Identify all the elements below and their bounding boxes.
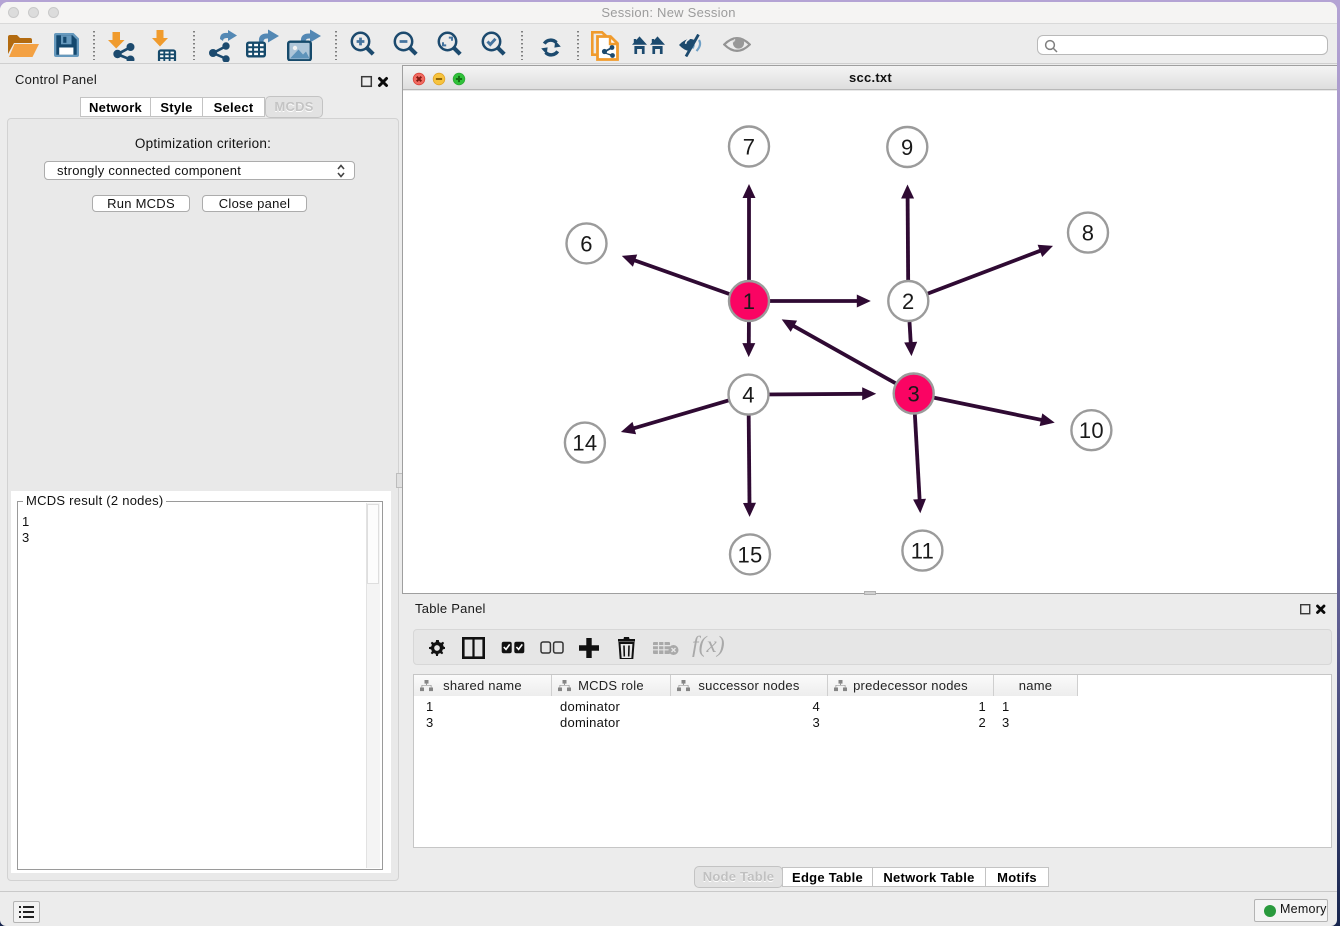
svg-text:7: 7 [743,135,756,160]
svg-text:14: 14 [572,431,597,456]
svg-text:2: 2 [902,289,915,314]
svg-text:6: 6 [580,231,593,256]
svg-text:3: 3 [907,382,920,407]
svg-text:8: 8 [1082,221,1095,246]
svg-text:1: 1 [743,289,756,314]
svg-text:10: 10 [1079,418,1104,443]
svg-text:4: 4 [742,383,755,408]
svg-text:9: 9 [901,135,914,160]
svg-text:11: 11 [911,539,934,564]
svg-text:15: 15 [738,542,763,567]
